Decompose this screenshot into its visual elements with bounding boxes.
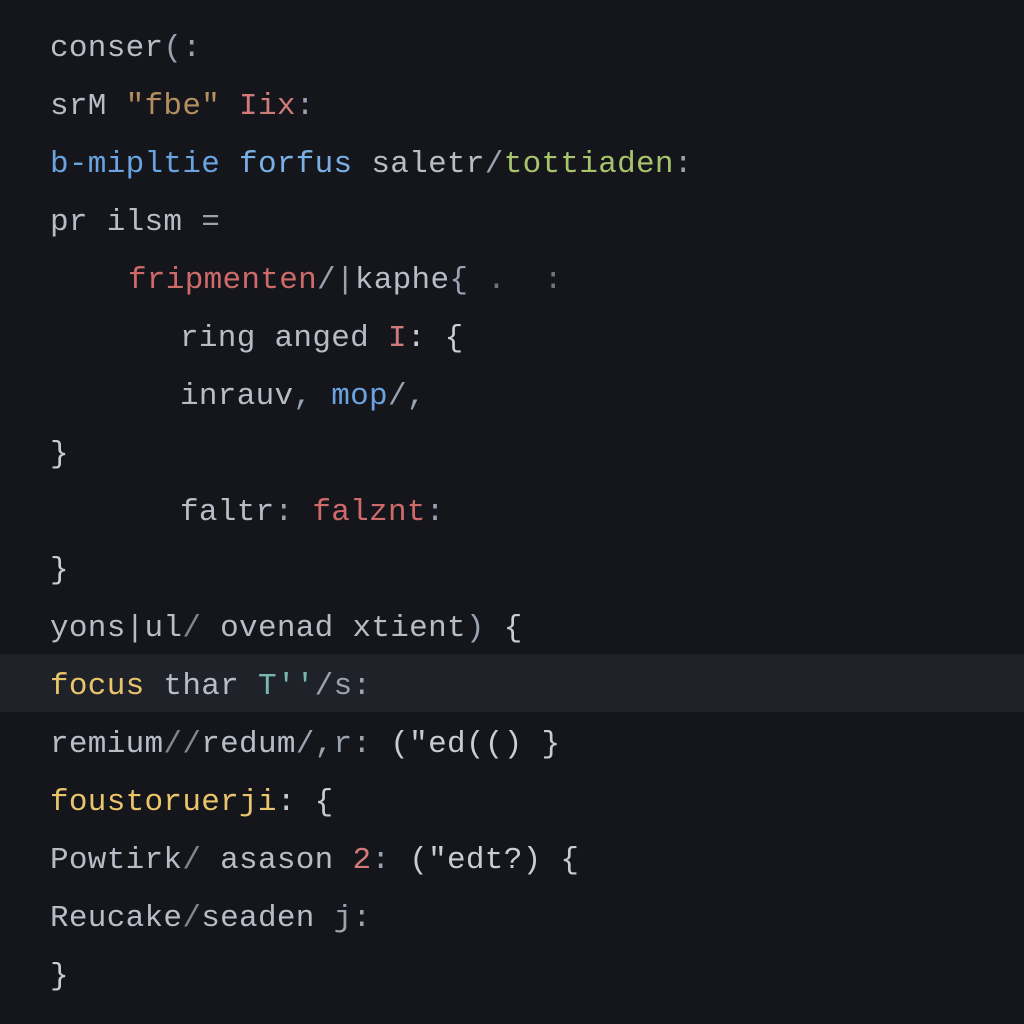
token-brace: { (449, 263, 468, 298)
code-line: Reucake/seaden j: (50, 890, 1024, 948)
token: Reucake (50, 901, 182, 936)
code-line: remium//redum/,r: ("ed(() } (50, 716, 1024, 774)
code-line: faltr: falznt: (50, 484, 1024, 542)
token-brace: { (542, 843, 580, 878)
code-line: yons|ul/ ovenad xtient) { (50, 600, 1024, 658)
token-punct: : (296, 89, 315, 124)
token-dim: . : (468, 263, 563, 298)
token-punct: // (163, 727, 201, 762)
token: anged (275, 321, 370, 356)
token-keyword: focus (50, 669, 145, 704)
code-line: srM "fbe" Iix: (50, 78, 1024, 136)
code-line: inrauv, mop/, (50, 368, 1024, 426)
code-line: fripmenten/|kaphe{ . : (50, 252, 1024, 310)
token: seaden (201, 901, 314, 936)
token: 2 (352, 843, 371, 878)
token-punct: : (674, 147, 693, 182)
token: xtient (352, 611, 465, 646)
token: Powtirk (50, 843, 182, 878)
token-brace: : { (277, 785, 334, 820)
token-punct: (: (163, 31, 201, 66)
token: fripmenten (128, 263, 317, 298)
token-punct: : { (407, 321, 464, 356)
token-keyword: focus (50, 0, 145, 8)
token: j (334, 901, 353, 936)
token: remium (50, 727, 163, 762)
token: ("edt?) (409, 843, 541, 878)
token: b-mipltie (50, 147, 220, 182)
code-line: } (50, 948, 1024, 1006)
token: saletr (371, 147, 484, 182)
token: redum (201, 727, 296, 762)
token: Iix (239, 89, 296, 124)
token-brace: } (50, 553, 69, 588)
token: srM (50, 89, 107, 124)
token: ring (180, 321, 256, 356)
code-line: pr ilsm = (50, 194, 1024, 252)
token-brace: } (50, 437, 69, 472)
token: kaphe (355, 263, 450, 298)
token: ovenad (220, 611, 333, 646)
code-line: } (50, 426, 1024, 484)
token: conser (50, 31, 163, 66)
token-punct: / (182, 843, 201, 878)
code-line: foustoruerji: { (50, 774, 1024, 832)
token-punct: : (426, 495, 445, 530)
token-keyword: foustoruerji (50, 785, 277, 820)
code-lines: focus conser(: srM "fbe" Iix: b-mipltie … (50, 0, 1024, 1006)
token-punct: / (485, 147, 504, 182)
token-punct: /, (388, 379, 426, 414)
token-punct: : (275, 495, 294, 530)
token: yons|ul (50, 611, 182, 646)
token: mop (331, 379, 388, 414)
code-line: b-mipltie forfus saletr/tottiaden: (50, 136, 1024, 194)
token: /,r: (296, 727, 372, 762)
token-op: = (201, 205, 220, 240)
token-brace: } (50, 959, 69, 994)
code-line: Powtirk/ asason 2: ("edt?) { (50, 832, 1024, 890)
token-punct: / (182, 611, 201, 646)
token: faltr (180, 495, 275, 530)
token-punct: / (182, 901, 201, 936)
token-punct: ) (466, 611, 485, 646)
code-line: focus thar T''/s: (50, 658, 1024, 716)
token-punct: : (352, 901, 371, 936)
code-line: focus (50, 0, 1024, 20)
token-brace: { (485, 611, 523, 646)
token-string: "fbe" (126, 89, 221, 124)
token: T'' (258, 669, 315, 704)
token: inrauv (180, 379, 293, 414)
token: pr (50, 205, 88, 240)
token-punct: , (293, 379, 312, 414)
code-line: conser(: (50, 20, 1024, 78)
token: ilsm (107, 205, 183, 240)
token: forfus (239, 147, 352, 182)
code-editor[interactable]: focus conser(: srM "fbe" Iix: b-mipltie … (0, 0, 1024, 986)
token: /s: (315, 669, 372, 704)
token: ("ed(() } (390, 727, 560, 762)
code-line: ring anged I: { (50, 310, 1024, 368)
token: asason (220, 843, 333, 878)
token-punct: /| (317, 263, 355, 298)
token: tottiaden (504, 147, 674, 182)
token-punct: : (371, 843, 390, 878)
code-line: } (50, 542, 1024, 600)
token: thar (163, 669, 239, 704)
token: falznt (312, 495, 425, 530)
token: I (388, 321, 407, 356)
